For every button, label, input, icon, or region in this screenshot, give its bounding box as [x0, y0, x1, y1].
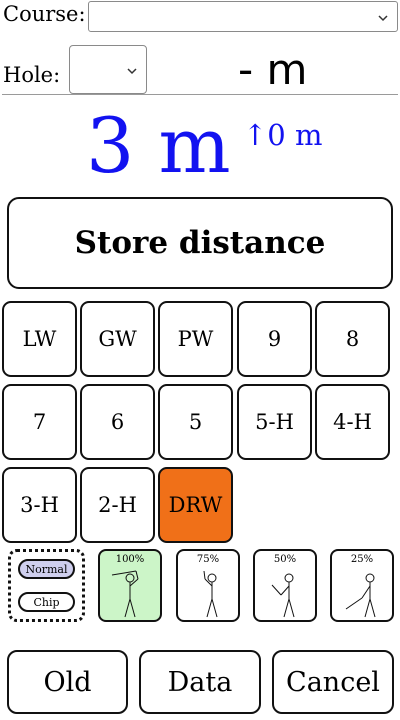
cancel-button[interactable]: Cancel — [272, 650, 394, 714]
course-label: Course: — [3, 2, 86, 26]
chevron-down-icon — [378, 15, 388, 22]
swing-25-label: 25% — [350, 554, 374, 565]
club-button-2-h[interactable]: 2-H — [80, 467, 155, 543]
club-button-pw[interactable]: PW — [158, 301, 233, 377]
full-swing-icon — [111, 570, 139, 618]
course-select[interactable] — [88, 1, 398, 32]
mode-chip-button[interactable]: Chip — [18, 592, 75, 612]
swing-75-label: 75% — [196, 554, 220, 565]
store-distance-button[interactable]: Store distance — [7, 197, 393, 289]
three-quarter-swing-icon — [203, 570, 218, 618]
swing-100-button[interactable]: 100% — [98, 549, 162, 622]
chevron-down-icon — [127, 68, 137, 75]
swing-50-button[interactable]: 50% — [253, 549, 317, 622]
club-button-4-h[interactable]: 4-H — [315, 384, 390, 460]
quarter-swing-icon — [345, 573, 376, 618]
data-button[interactable]: Data — [139, 650, 261, 714]
hole-distance: - m — [238, 45, 308, 94]
divider — [2, 94, 398, 95]
swing-25-button[interactable]: 25% — [330, 549, 394, 622]
hole-select[interactable] — [69, 45, 147, 94]
club-button-9[interactable]: 9 — [237, 301, 312, 377]
club-button-8[interactable]: 8 — [315, 301, 390, 377]
club-button-gw[interactable]: GW — [80, 301, 155, 377]
mode-normal-button[interactable]: Normal — [18, 559, 75, 579]
club-button-6[interactable]: 6 — [80, 384, 155, 460]
club-button-drw[interactable]: DRW — [158, 467, 233, 543]
half-swing-icon — [271, 573, 295, 618]
hole-label: Hole: — [3, 63, 61, 87]
old-button[interactable]: Old — [7, 650, 128, 714]
club-button-5[interactable]: 5 — [158, 384, 233, 460]
current-distance: 3 m — [86, 101, 231, 190]
shot-mode-group: Normal Chip — [8, 549, 85, 622]
swing-75-button[interactable]: 75% — [176, 549, 240, 622]
club-button-3-h[interactable]: 3-H — [2, 467, 77, 543]
club-button-lw[interactable]: LW — [2, 301, 77, 377]
swing-100-label: 100% — [115, 554, 145, 565]
elevation-delta: ↑0 m — [243, 118, 323, 152]
swing-50-label: 50% — [273, 554, 297, 565]
club-button-5-h[interactable]: 5-H — [237, 384, 312, 460]
club-button-7[interactable]: 7 — [2, 384, 77, 460]
